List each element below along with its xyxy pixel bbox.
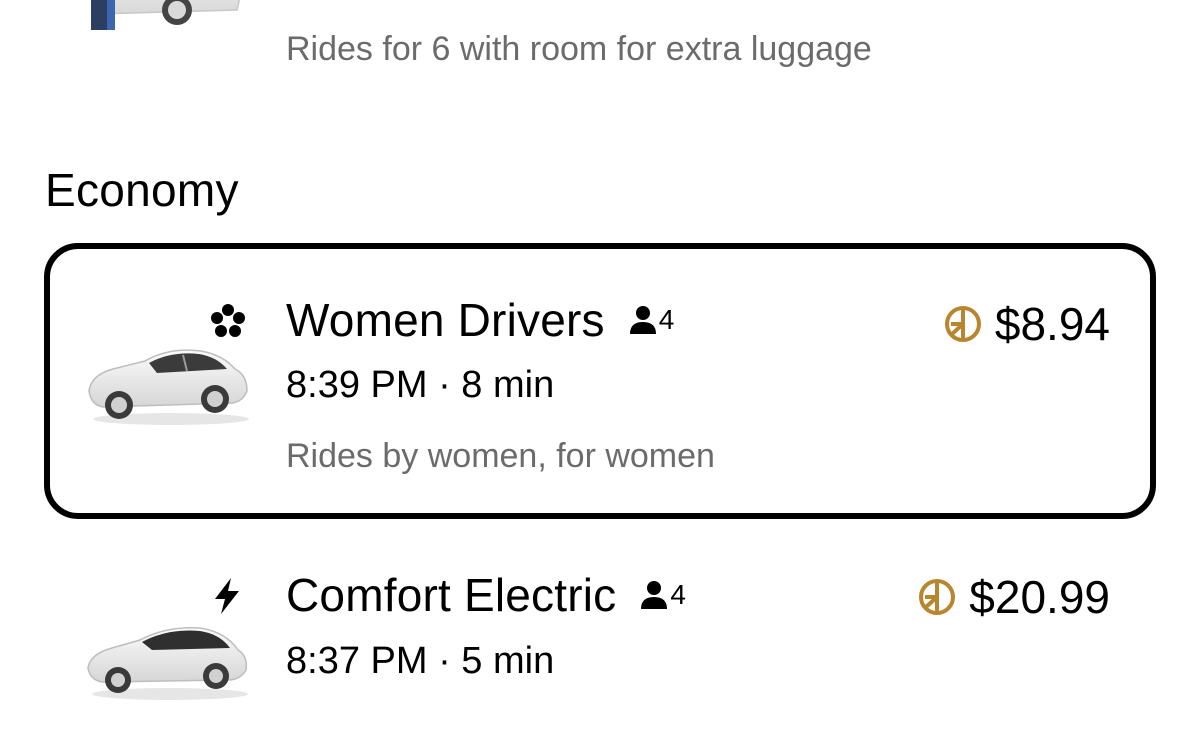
person-icon	[641, 581, 668, 609]
person-icon	[629, 306, 656, 334]
coin-icon	[944, 306, 981, 342]
seat-capacity: 4	[629, 304, 675, 336]
ride-name: Women Drivers	[286, 294, 605, 346]
price: $20.99	[969, 571, 1110, 623]
ride-option-xl[interactable]: Rides for 6 with room for extra luggage	[0, 0, 1200, 90]
section-title: Economy	[45, 164, 239, 216]
car-image	[88, 349, 249, 425]
ride-option-comfort-electric[interactable]: Comfort Electric 4 8:37 PM · 5 min $20.9…	[44, 540, 1156, 730]
price-block: $20.99	[917, 570, 1110, 624]
ride-description: Rides by women, for women	[286, 437, 715, 475]
eta-text: 8:37 PM · 5 min	[286, 640, 555, 682]
lightning-bolt-icon	[215, 578, 239, 614]
seat-count: 4	[670, 579, 686, 610]
flower-icon	[211, 304, 245, 337]
seat-count: 4	[658, 304, 675, 335]
price-block: $8.94	[943, 297, 1110, 351]
ride-title-row: Comfort Electric 4	[286, 568, 686, 622]
price: $8.94	[994, 298, 1110, 350]
ride-title-row: Women Drivers 4	[286, 293, 674, 347]
ride-name: Comfort Electric	[286, 569, 617, 621]
van-image	[91, 0, 240, 30]
eta-text: 8:39 PM · 8 min	[286, 364, 555, 406]
seat-capacity: 4	[640, 579, 686, 611]
ride-option-women-drivers[interactable]: Women Drivers 4 8:39 PM · 8 min Rides by…	[44, 243, 1156, 519]
ride-description: Rides for 6 with room for extra luggage	[286, 30, 872, 68]
coin-icon	[919, 579, 956, 615]
car-image	[87, 627, 248, 700]
